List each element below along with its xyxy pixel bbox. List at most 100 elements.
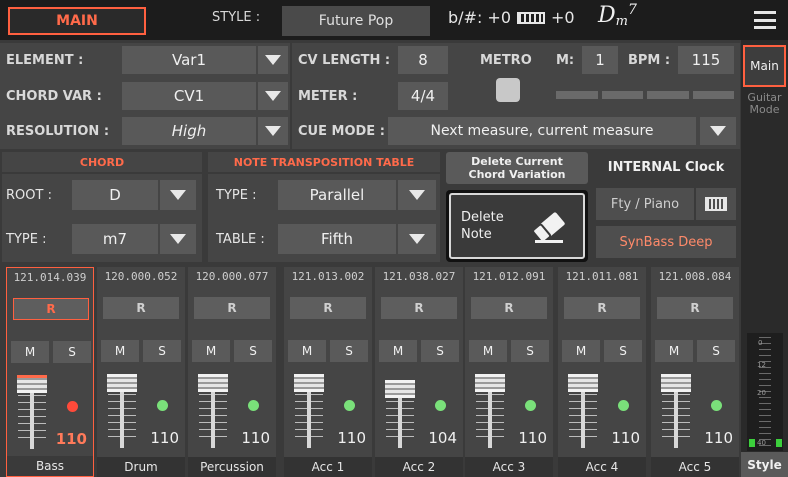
element-field[interactable]: Var1 (122, 46, 256, 74)
solo-button[interactable]: S (421, 340, 459, 362)
channel-name[interactable]: Drum (97, 457, 185, 477)
mixer-channel[interactable]: 121.011.081 R M S 110 Acc 4 (558, 267, 646, 477)
root-field[interactable]: D (72, 180, 158, 210)
mute-button[interactable]: M (101, 340, 139, 362)
element-dropdown[interactable] (258, 46, 288, 74)
solo-button[interactable]: S (604, 340, 642, 362)
record-button[interactable]: R (290, 297, 366, 319)
solo-button[interactable]: S (143, 340, 181, 362)
record-button[interactable]: R (471, 297, 547, 319)
chord-type-field[interactable]: m7 (72, 224, 158, 254)
channel-name[interactable]: Percussion (188, 457, 276, 477)
menu-icon[interactable] (754, 11, 776, 29)
delete-note-button[interactable]: Delete Note (446, 190, 588, 262)
mute-button[interactable]: M (288, 340, 326, 362)
volume-fader[interactable] (385, 380, 415, 398)
octave-value: +0 (551, 8, 575, 27)
meter-mark: 40 (757, 439, 766, 447)
delete-note-line2: Note (461, 227, 492, 242)
measure-field[interactable]: 1 (582, 46, 618, 74)
channel-name[interactable]: Acc 1 (284, 457, 372, 477)
main-tab[interactable]: MAIN (8, 7, 146, 35)
mixer-channel[interactable]: 121.008.084 R M S 110 Acc 5 (651, 267, 739, 477)
mixer-channel[interactable]: 121.038.027 R M S 104 Acc 2 (375, 267, 463, 477)
activity-led (711, 400, 722, 411)
volume-fader[interactable] (475, 374, 505, 392)
channel-name[interactable]: Acc 4 (558, 457, 646, 477)
keyboard-icon (517, 11, 546, 24)
record-button[interactable]: R (13, 298, 89, 320)
mute-button[interactable]: M (11, 341, 49, 363)
cue-mode-dropdown[interactable] (700, 117, 736, 145)
solo-button[interactable]: S (53, 341, 91, 363)
volume-fader[interactable] (294, 374, 324, 392)
keyboard-button[interactable] (696, 188, 736, 220)
volume-fader[interactable] (568, 374, 598, 392)
volume-fader[interactable] (198, 374, 228, 392)
mixer-channel[interactable]: 120.000.077 R M S 110 Percussion (188, 267, 276, 477)
metro-toggle[interactable] (496, 78, 520, 102)
activity-led (618, 400, 629, 411)
mute-button[interactable]: M (655, 340, 693, 362)
record-button[interactable]: R (657, 297, 733, 319)
side-tab-main[interactable]: Main (743, 45, 786, 87)
chord-display: Dm7 (598, 2, 637, 29)
mixer-channel[interactable]: 121.014.039 R M S 110 Bass (6, 267, 94, 477)
transpose-display[interactable]: b/#: +0 +0 (448, 8, 575, 27)
record-button[interactable]: R (103, 297, 179, 319)
chord-type-dropdown[interactable] (160, 224, 196, 254)
bpm-label: BPM : (628, 53, 671, 68)
solo-button[interactable]: S (330, 340, 368, 362)
side-tab-style[interactable]: Style (741, 452, 788, 477)
side-tab-guitar-mode[interactable]: Guitar Mode (743, 92, 786, 126)
cue-mode-field[interactable]: Next measure, current measure (388, 117, 696, 145)
record-button[interactable]: R (381, 297, 457, 319)
cv-length-label: CV LENGTH : (298, 53, 391, 68)
chord-var-dropdown[interactable] (258, 82, 288, 110)
channel-name[interactable]: Acc 5 (651, 457, 739, 477)
mixer-channel[interactable]: 120.000.052 R M S 110 Drum (97, 267, 185, 477)
fty-piano-field[interactable]: Fty / Piano (596, 188, 694, 220)
ntt-type-field[interactable]: Parallel (278, 180, 396, 210)
volume-value: 110 (611, 429, 640, 447)
mute-button[interactable]: M (192, 340, 230, 362)
solo-button[interactable]: S (234, 340, 272, 362)
transpose-value: b/#: +0 (448, 8, 512, 27)
root-dropdown[interactable] (160, 180, 196, 210)
solo-button[interactable]: S (511, 340, 549, 362)
mixer-channel[interactable]: 121.012.091 R M S 110 Acc 3 (465, 267, 553, 477)
channel-name[interactable]: Acc 2 (375, 457, 463, 477)
ntt-table-dropdown[interactable] (398, 224, 436, 254)
record-button[interactable]: R (564, 297, 640, 319)
activity-led (525, 400, 536, 411)
volume-fader[interactable] (17, 375, 47, 393)
ntt-table-field[interactable]: Fifth (278, 224, 396, 254)
bpm-field[interactable]: 115 (678, 46, 734, 74)
resolution-field[interactable]: High (122, 117, 256, 145)
style-name-field[interactable]: Future Pop (282, 6, 430, 36)
chord-var-field[interactable]: CV1 (122, 82, 256, 110)
volume-fader[interactable] (107, 374, 137, 392)
mute-button[interactable]: M (379, 340, 417, 362)
solo-button[interactable]: S (697, 340, 735, 362)
resolution-dropdown[interactable] (258, 117, 288, 145)
channel-name[interactable]: Bass (7, 456, 93, 476)
volume-value: 110 (55, 430, 87, 448)
meter-mark: 12 (757, 361, 766, 369)
record-button[interactable]: R (194, 297, 270, 319)
mute-button[interactable]: M (562, 340, 600, 362)
chevron-down-icon (409, 234, 425, 244)
meter-field[interactable]: 4/4 (398, 82, 448, 110)
mute-button[interactable]: M (469, 340, 507, 362)
cv-length-field[interactable]: 8 (398, 46, 448, 74)
sound-name-field[interactable]: SynBass Deep (596, 226, 736, 258)
delete-chord-variation-button[interactable]: Delete Current Chord Variation (446, 152, 588, 184)
chord-extension: 7 (627, 2, 637, 18)
volume-value: 110 (337, 429, 366, 447)
ntt-type-dropdown[interactable] (398, 180, 436, 210)
delete-cv-line1: Delete Current (471, 155, 563, 168)
channel-name[interactable]: Acc 3 (465, 457, 553, 477)
volume-fader[interactable] (661, 374, 691, 392)
mixer-channel[interactable]: 121.013.002 R M S 110 Acc 1 (284, 267, 372, 477)
ntt-header: NOTE TRANSPOSITION TABLE (208, 152, 440, 172)
